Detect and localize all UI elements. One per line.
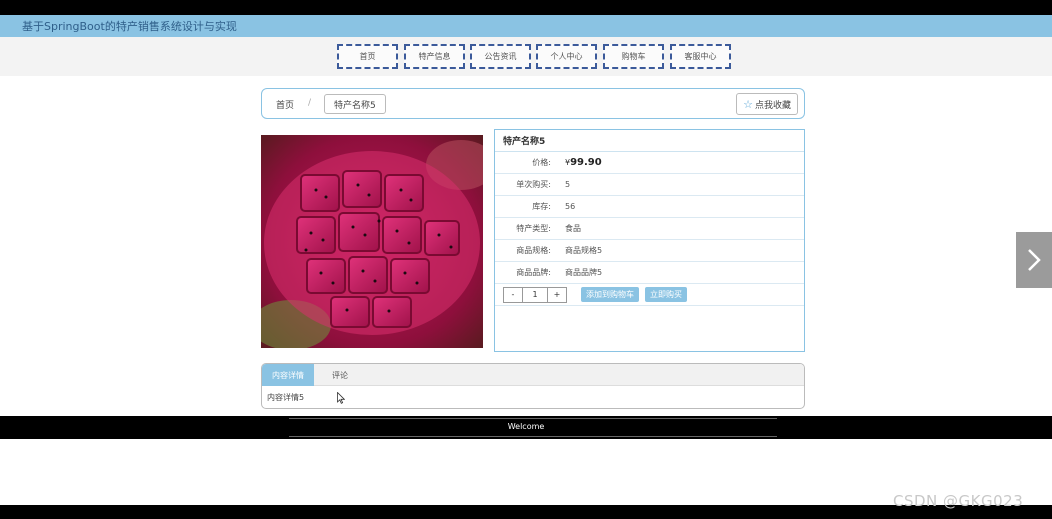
star-icon: ☆ <box>743 97 753 111</box>
add-to-cart-button[interactable]: 添加到购物车 <box>581 287 639 302</box>
breadcrumb-home[interactable]: 首页 <box>276 98 294 111</box>
nav-item-cart[interactable]: 购物车 <box>603 44 664 69</box>
spec-value: 商品规格5 <box>565 246 603 255</box>
limit-row: 单次购买: 5 <box>495 174 804 196</box>
quantity-stepper: - 1 + <box>503 286 567 303</box>
brand-value: 商品品牌5 <box>565 268 603 277</box>
header-bar: 基于SpringBoot的特产销售系统设计与实现 <box>0 15 1052 37</box>
brand-label: 商品品牌: <box>516 268 551 277</box>
breadcrumb-current: 特产名称5 <box>324 94 386 114</box>
limit-value: 5 <box>565 180 571 189</box>
quantity-minus-button[interactable]: - <box>504 288 522 302</box>
purchase-actions: - 1 + 添加到购物车 立即购买 <box>495 284 804 306</box>
nav-item-service[interactable]: 客服中心 <box>670 44 731 69</box>
product-name: 特产名称5 <box>495 130 804 152</box>
favorite-button[interactable]: ☆ 点我收藏 <box>736 93 798 115</box>
type-label: 特产类型: <box>516 224 551 233</box>
footer-welcome: Welcome <box>507 422 545 431</box>
tab-details[interactable]: 内容详情 <box>262 364 314 386</box>
next-slide-button[interactable] <box>1016 232 1052 288</box>
top-black-bar <box>0 0 1052 15</box>
nav-item-home[interactable]: 首页 <box>337 44 398 69</box>
dragon-fruit-image <box>261 135 483 348</box>
chevron-right-icon <box>1028 249 1041 271</box>
type-value: 食品 <box>565 224 581 233</box>
footer: Welcome <box>0 416 1052 439</box>
tab-comments[interactable]: 评论 <box>314 364 366 386</box>
type-row: 特产类型: 食品 <box>495 218 804 240</box>
watermark: CSDN @GKG023 <box>893 492 1024 510</box>
price-value: ¥99.90 <box>565 157 602 168</box>
limit-label: 单次购买: <box>516 180 551 189</box>
brand-row: 商品品牌: 商品品牌5 <box>495 262 804 284</box>
app-title: 基于SpringBoot的特产销售系统设计与实现 <box>22 20 237 33</box>
product-info-panel: 特产名称5 价格: ¥99.90 单次购买: 5 库存: 56 特产类型: 食品… <box>494 129 805 352</box>
nav-item-news[interactable]: 公告资讯 <box>470 44 531 69</box>
stock-row: 库存: 56 <box>495 196 804 218</box>
price-label: 价格: <box>532 158 551 167</box>
mouse-cursor-icon <box>337 392 345 404</box>
breadcrumb: 首页 / 特产名称5 ☆ 点我收藏 <box>261 88 805 119</box>
quantity-input[interactable]: 1 <box>522 287 548 302</box>
nav-item-products[interactable]: 特产信息 <box>404 44 465 69</box>
spec-label: 商品规格: <box>516 246 551 255</box>
price-amount: 99.90 <box>570 157 602 168</box>
buy-now-button[interactable]: 立即购买 <box>645 287 687 302</box>
tabs-bar: 内容详情 评论 <box>262 364 804 386</box>
main-nav: 首页 特产信息 公告资讯 个人中心 购物车 客服中心 <box>0 37 1052 76</box>
quantity-plus-button[interactable]: + <box>548 288 566 302</box>
product-image <box>261 135 483 348</box>
footer-divider-bottom <box>289 436 777 437</box>
spec-row: 商品规格: 商品规格5 <box>495 240 804 262</box>
nav-item-profile[interactable]: 个人中心 <box>536 44 597 69</box>
stock-value: 56 <box>565 202 576 211</box>
breadcrumb-separator: / <box>308 98 312 108</box>
price-row: 价格: ¥99.90 <box>495 152 804 174</box>
favorite-label: 点我收藏 <box>754 100 791 111</box>
footer-divider-top <box>289 418 777 419</box>
stock-label: 库存: <box>532 202 551 211</box>
